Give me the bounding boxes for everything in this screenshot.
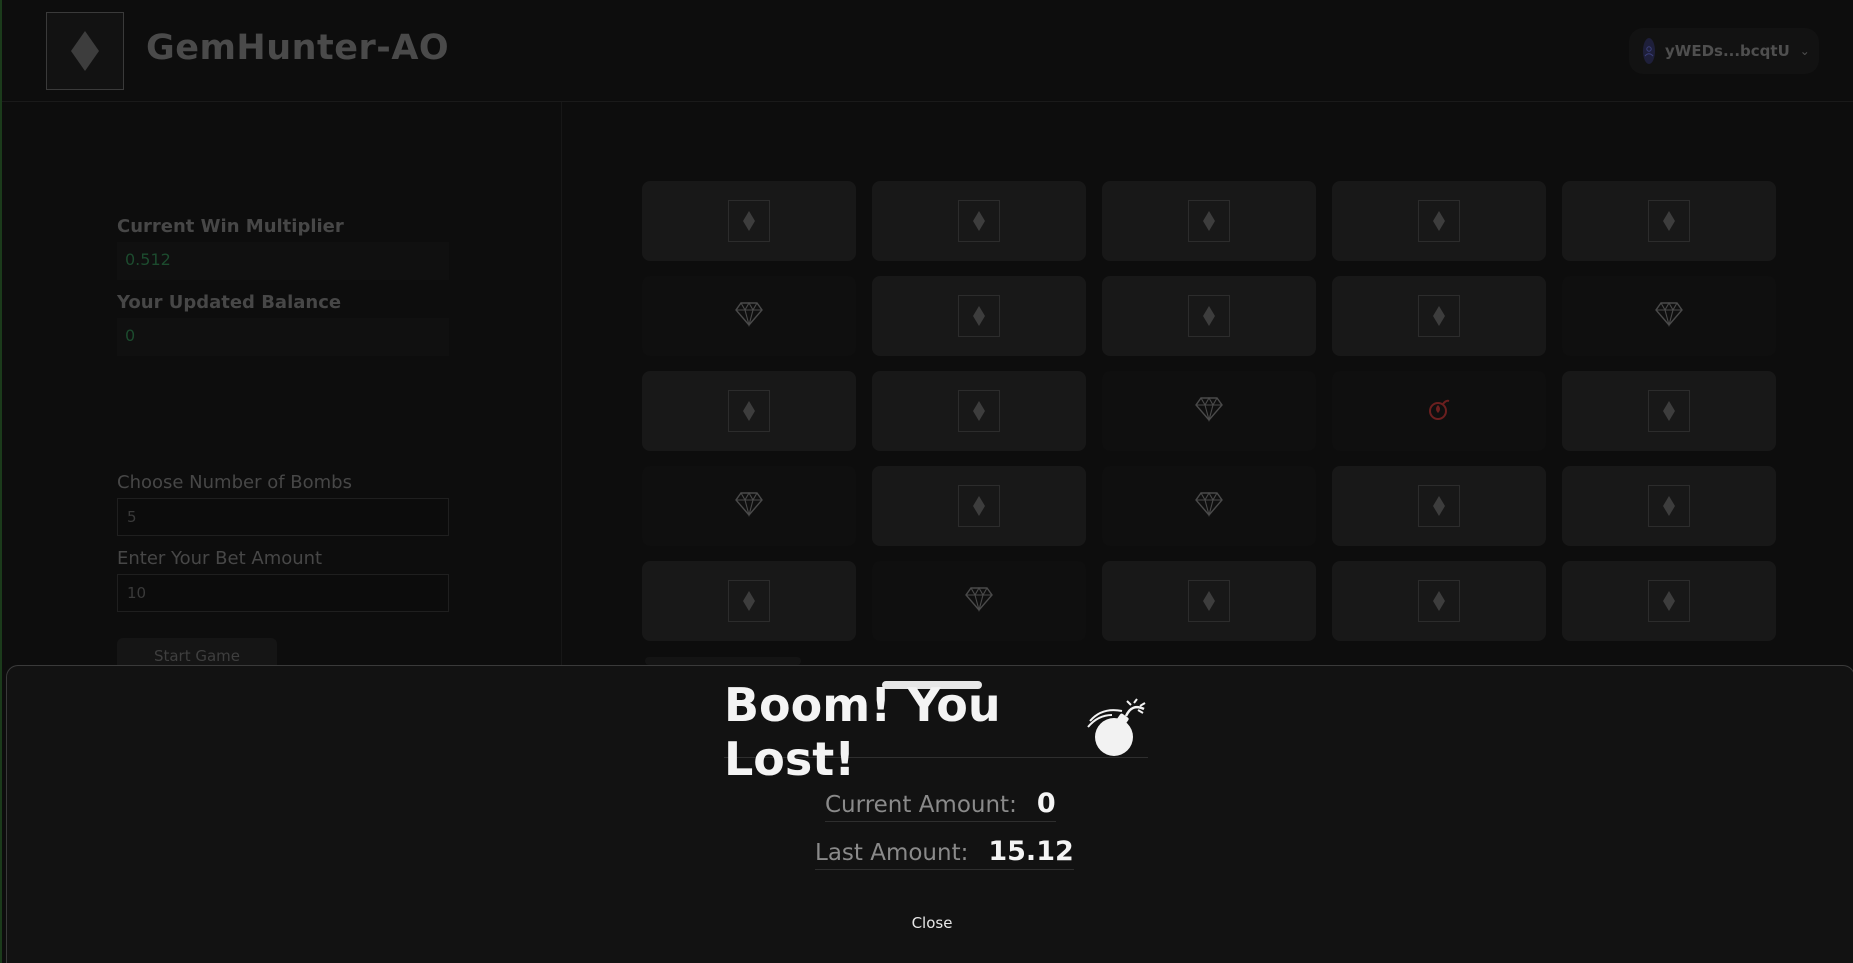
- diamond-icon: [1648, 485, 1690, 527]
- current-amount-label: Current Amount:: [825, 792, 1017, 818]
- grid-tile[interactable]: [1562, 561, 1776, 641]
- diamond-icon: [958, 485, 1000, 527]
- diamond-icon: [1648, 200, 1690, 242]
- game-grid: [642, 181, 1780, 641]
- grid-tile[interactable]: [642, 371, 856, 451]
- grid-tile[interactable]: [642, 466, 856, 546]
- chevron-down-icon: ⌄: [1799, 44, 1810, 58]
- diamond-icon: [1418, 580, 1460, 622]
- diamond-icon: [728, 200, 770, 242]
- diamond-icon: [1188, 580, 1230, 622]
- bombs-label: Choose Number of Bombs: [117, 472, 352, 493]
- header: GemHunter-AO yWEDs...bcqtU ⌄: [2, 0, 1853, 102]
- diamond-icon: [1188, 200, 1230, 242]
- grid-tile[interactable]: [1562, 276, 1776, 356]
- gem-icon: [735, 301, 763, 331]
- diamond-icon: [728, 390, 770, 432]
- grid-tile[interactable]: [1562, 466, 1776, 546]
- diamond-icon: [1648, 580, 1690, 622]
- user-icon: [1643, 38, 1655, 64]
- grid-tile[interactable]: [642, 561, 856, 641]
- balance-value: 0: [117, 318, 449, 356]
- grid-tile[interactable]: [1102, 371, 1316, 451]
- grid-tile[interactable]: [1332, 276, 1546, 356]
- grid-footer-bar: [645, 657, 801, 665]
- grid-tile[interactable]: [872, 371, 1086, 451]
- current-amount-row: Current Amount: 0: [825, 788, 1056, 822]
- last-amount-value: 15.12: [988, 836, 1074, 867]
- grid-tile[interactable]: [1102, 466, 1316, 546]
- bet-label: Enter Your Bet Amount: [117, 548, 323, 569]
- app-title: GemHunter-AO: [146, 28, 450, 68]
- grid-tile[interactable]: [1562, 371, 1776, 451]
- last-amount-row: Last Amount: 15.12: [815, 836, 1074, 870]
- diamond-icon: [1188, 295, 1230, 337]
- grid-tile[interactable]: [872, 181, 1086, 261]
- diamond-icon: [1418, 200, 1460, 242]
- diamond-icon: [71, 31, 99, 71]
- diamond-icon: [958, 200, 1000, 242]
- gem-icon: [735, 491, 763, 521]
- logo[interactable]: [46, 12, 124, 90]
- close-button[interactable]: Close: [897, 914, 967, 932]
- diamond-icon: [728, 580, 770, 622]
- bet-input[interactable]: 10: [117, 574, 449, 612]
- wallet-button[interactable]: yWEDs...bcqtU ⌄: [1629, 28, 1819, 74]
- bomb-icon: [1082, 697, 1148, 767]
- gem-icon: [965, 586, 993, 616]
- result-title: Boom! You Lost!: [724, 677, 1001, 786]
- diamond-icon: [1648, 390, 1690, 432]
- gem-icon: [1195, 396, 1223, 426]
- result-heading: Boom! You Lost!: [724, 678, 1148, 786]
- diamond-icon: [958, 390, 1000, 432]
- diamond-icon: [1418, 295, 1460, 337]
- grid-tile[interactable]: [1332, 561, 1546, 641]
- grid-tile[interactable]: [1332, 466, 1546, 546]
- grid-tile[interactable]: [642, 181, 856, 261]
- grid-tile[interactable]: [1102, 181, 1316, 261]
- gem-icon: [1655, 301, 1683, 331]
- diamond-icon: [1418, 485, 1460, 527]
- multiplier-label: Current Win Multiplier: [117, 216, 344, 237]
- grid-tile[interactable]: [1102, 276, 1316, 356]
- multiplier-value: 0.512: [117, 242, 449, 280]
- grid-tile[interactable]: [872, 276, 1086, 356]
- current-amount-value: 0: [1036, 788, 1056, 819]
- grid-tile[interactable]: [872, 561, 1086, 641]
- flame-bomb-icon: [1426, 396, 1452, 426]
- grid-tile[interactable]: [1332, 181, 1546, 261]
- last-amount-label: Last Amount:: [815, 840, 969, 866]
- result-sheet: Boom! You Lost! Current Amount: 0 Last A…: [6, 665, 1853, 963]
- grid-tile[interactable]: [1102, 561, 1316, 641]
- app-root: GemHunter-AO yWEDs...bcqtU ⌄ Current Win…: [0, 0, 1853, 963]
- bombs-input[interactable]: 5: [117, 498, 449, 536]
- grid-tile[interactable]: [1562, 181, 1776, 261]
- balance-label: Your Updated Balance: [117, 292, 342, 313]
- grid-tile[interactable]: [1332, 371, 1546, 451]
- wallet-address: yWEDs...bcqtU: [1665, 42, 1790, 60]
- diamond-icon: [958, 295, 1000, 337]
- grid-tile[interactable]: [872, 466, 1086, 546]
- gem-icon: [1195, 491, 1223, 521]
- grid-tile[interactable]: [642, 276, 856, 356]
